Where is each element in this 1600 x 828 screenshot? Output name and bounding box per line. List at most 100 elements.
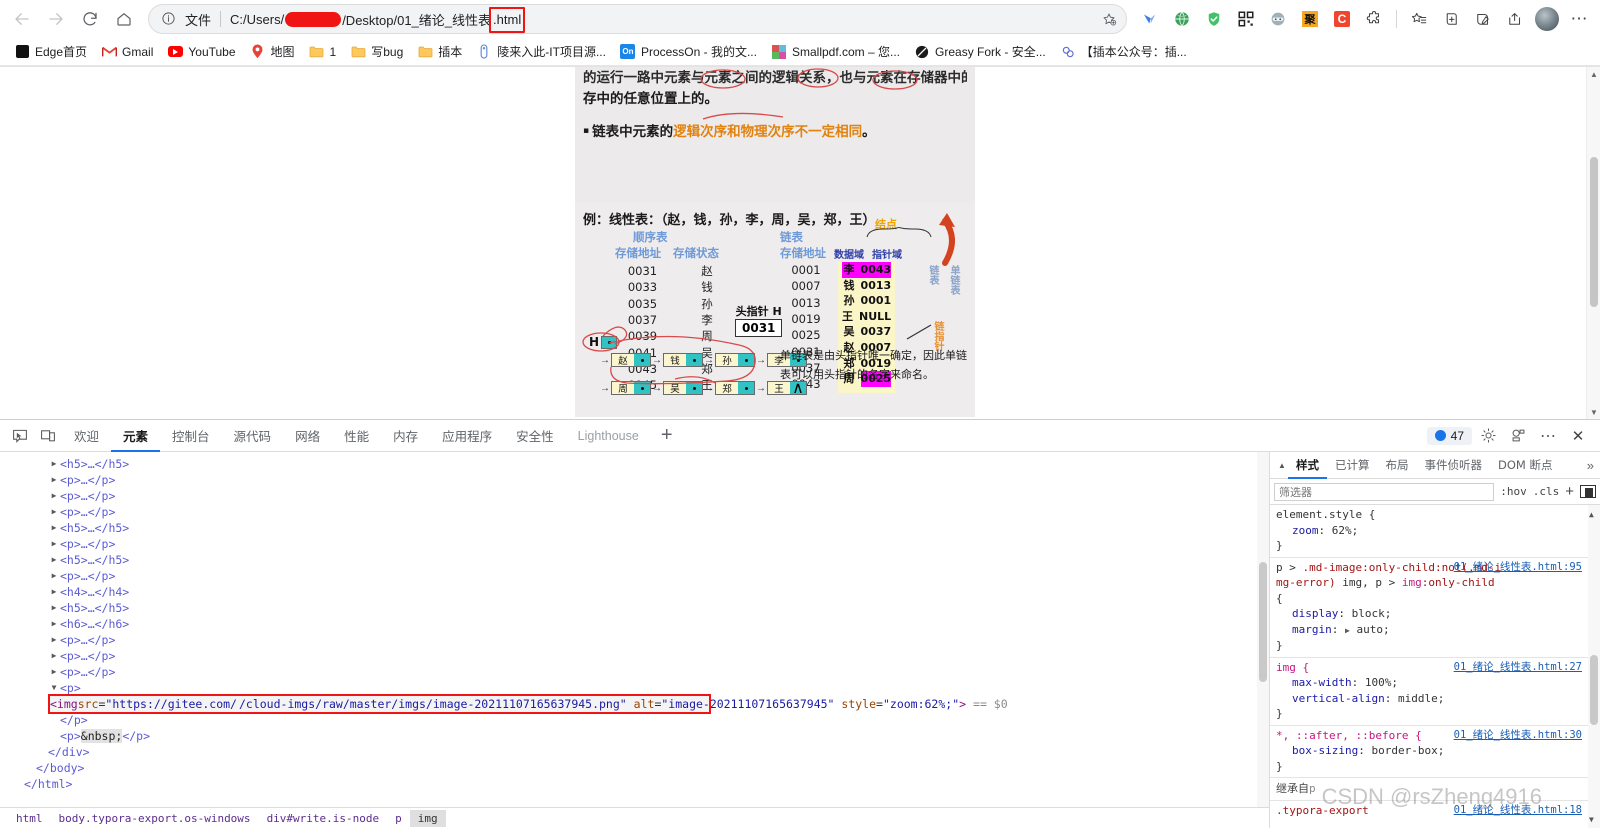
page-scroll-thumb[interactable] bbox=[1590, 157, 1598, 307]
bookmark-folder-write-bug[interactable]: 写bug bbox=[344, 41, 409, 62]
bookmark-smallpdf[interactable]: Smallpdf.com – 您... bbox=[765, 41, 906, 62]
dom-row[interactable]: ▶ <h6>…</h6> bbox=[0, 616, 1269, 632]
tab-performance[interactable]: 性能 bbox=[332, 420, 381, 452]
extension-c-icon[interactable]: C bbox=[1327, 4, 1357, 34]
dom-row[interactable]: ▶ <p>…</p> bbox=[0, 472, 1269, 488]
tab-application[interactable]: 应用程序 bbox=[430, 420, 504, 452]
extension-puzzle-icon[interactable] bbox=[1359, 4, 1389, 34]
dom-row[interactable]: ▶ <h5>…</h5> bbox=[0, 456, 1269, 472]
bookmark-it-project[interactable]: 陵来入此-IT项目源... bbox=[470, 41, 612, 62]
add-favorite-button[interactable] bbox=[1096, 6, 1122, 32]
collections-button[interactable] bbox=[1404, 4, 1434, 34]
tab-network[interactable]: 网络 bbox=[283, 420, 332, 452]
dom-row[interactable]: ▶ <h5>…</h5> bbox=[0, 600, 1269, 616]
dom-row[interactable]: </p> bbox=[0, 712, 1269, 728]
dom-row[interactable]: </div> bbox=[0, 744, 1269, 760]
home-button[interactable] bbox=[108, 3, 140, 35]
devtools-more-button[interactable]: ⋯ bbox=[1534, 423, 1562, 449]
dom-row[interactable]: ▶ <p>…</p> bbox=[0, 488, 1269, 504]
dom-tree-pane[interactable]: ▶ <h5>…</h5> ▶ <p>…</p> ▶ <p>…</p> ▶ <p>…</p… bbox=[0, 452, 1270, 828]
expand-triangle-icon[interactable]: ▶ bbox=[48, 504, 60, 520]
dom-row[interactable]: ▼ <p> bbox=[0, 680, 1269, 696]
scroll-down-arrow[interactable]: ▼ bbox=[1587, 405, 1600, 419]
bookmark-youtube[interactable]: YouTube bbox=[161, 42, 241, 62]
tab-security[interactable]: 安全性 bbox=[504, 420, 566, 452]
dom-row[interactable]: ▶ <p>…</p> bbox=[0, 648, 1269, 664]
tab-welcome[interactable]: 欢迎 bbox=[62, 420, 111, 452]
expand-triangle-icon[interactable]: ▶ bbox=[48, 568, 60, 584]
dom-row[interactable]: </body> bbox=[0, 760, 1269, 776]
web-capture-button[interactable] bbox=[1468, 4, 1498, 34]
tab-elements[interactable]: 元素 bbox=[111, 420, 160, 452]
dom-tree-scroll-thumb[interactable] bbox=[1259, 562, 1267, 682]
extension-ju-icon[interactable]: 聚 bbox=[1295, 4, 1325, 34]
dom-row[interactable]: ▶ <h5>…</h5> bbox=[0, 552, 1269, 568]
collapse-triangle-icon[interactable]: ▼ bbox=[48, 680, 60, 696]
rule-property[interactable]: max-width bbox=[1276, 675, 1352, 691]
tab-lighthouse[interactable]: Lighthouse bbox=[566, 420, 651, 452]
rule-property[interactable]: zoom bbox=[1276, 523, 1319, 539]
styles-scroll-down-arrow[interactable]: ▼ bbox=[1589, 812, 1594, 828]
tab-memory[interactable]: 内存 bbox=[381, 420, 430, 452]
issues-badge[interactable]: 47 bbox=[1426, 426, 1472, 445]
toggle-hover-state-button[interactable]: :hov bbox=[1500, 485, 1527, 498]
breadcrumb-img[interactable]: img bbox=[409, 810, 446, 827]
dom-row[interactable]: ▶ <p>…</p> bbox=[0, 568, 1269, 584]
breadcrumb-body[interactable]: body.typora-export.os-windows bbox=[51, 810, 259, 827]
rule-value[interactable]: border-box; bbox=[1371, 744, 1444, 757]
toggle-class-button[interactable]: .cls bbox=[1533, 485, 1560, 498]
scroll-up-arrow[interactable]: ▲ bbox=[1587, 67, 1600, 81]
tab-styles[interactable]: 样式 bbox=[1288, 452, 1327, 479]
extension-globe-icon[interactable] bbox=[1167, 4, 1197, 34]
tab-sources[interactable]: 源代码 bbox=[222, 420, 284, 452]
dom-row[interactable]: <p>&nbsp;</p> bbox=[0, 728, 1269, 744]
rule-value[interactable]: 100%; bbox=[1365, 676, 1398, 689]
dom-row[interactable]: ▶ <p>…</p> bbox=[0, 504, 1269, 520]
devtools-close-button[interactable]: ✕ bbox=[1564, 423, 1592, 449]
dom-row[interactable]: ▶ <p>…</p> bbox=[0, 536, 1269, 552]
dom-row[interactable]: </html> bbox=[0, 776, 1269, 792]
rule-value[interactable]: block; bbox=[1352, 607, 1392, 620]
bookmark-folder-chaben[interactable]: 插本 bbox=[411, 41, 468, 62]
styles-scroll-up-arrow[interactable]: ▲ bbox=[1589, 507, 1594, 523]
rule-source-link[interactable]: 01_绪论_线性表.html:30 bbox=[1454, 728, 1582, 744]
rule-property[interactable]: box-sizing bbox=[1276, 743, 1358, 759]
rule-value[interactable]: middle; bbox=[1398, 692, 1444, 705]
forward-button[interactable] bbox=[40, 3, 72, 35]
rule-property[interactable]: display bbox=[1276, 606, 1338, 622]
extension-blue-bird-icon[interactable] bbox=[1135, 4, 1165, 34]
expand-triangle-icon[interactable]: ▶ bbox=[48, 600, 60, 616]
add-to-collection-button[interactable] bbox=[1436, 4, 1466, 34]
expand-triangle-icon[interactable]: ▶ bbox=[48, 632, 60, 648]
expand-triangle-icon[interactable]: ▶ bbox=[48, 536, 60, 552]
tab-dom-breakpoints[interactable]: DOM 断点 bbox=[1490, 452, 1560, 479]
expand-triangle-icon[interactable]: ▶ bbox=[48, 472, 60, 488]
rule-value[interactable]: 62%; bbox=[1332, 524, 1359, 537]
breadcrumb-html[interactable]: html bbox=[8, 810, 51, 827]
dom-tree-scrollbar[interactable] bbox=[1257, 452, 1269, 811]
dom-row[interactable]: ▶ <p>…</p> bbox=[0, 664, 1269, 680]
expand-triangle-icon[interactable]: ▶ bbox=[48, 488, 60, 504]
dom-row[interactable]: ▶ <h4>…</h4> bbox=[0, 584, 1269, 600]
breadcrumb-p[interactable]: p bbox=[387, 810, 410, 827]
extension-ninja-icon[interactable] bbox=[1263, 4, 1293, 34]
share-button[interactable] bbox=[1500, 4, 1530, 34]
toggle-computed-sidebar-button[interactable] bbox=[1580, 485, 1596, 498]
extension-shield-icon[interactable] bbox=[1199, 4, 1229, 34]
url-text[interactable]: C:/Users/ /Desktop/01_绪论_线性表 .html bbox=[230, 7, 526, 33]
expand-triangle-icon[interactable]: ▶ bbox=[48, 552, 60, 568]
device-toolbar-button[interactable] bbox=[34, 423, 62, 449]
expand-triangle-icon[interactable]: ▶ bbox=[48, 520, 60, 536]
bookmark-wechat-official[interactable]: 【插本公众号：插... bbox=[1054, 41, 1193, 62]
bookmark-greasyfork[interactable]: Greasy Fork - 安全... bbox=[908, 41, 1052, 62]
sidebar-collapse-arrow-icon[interactable]: ▲ bbox=[1276, 459, 1288, 471]
profile-button[interactable] bbox=[1532, 4, 1562, 34]
expand-triangle-icon[interactable]: ▶ bbox=[48, 664, 60, 680]
dom-row[interactable]: ▶ <p>…</p> bbox=[0, 632, 1269, 648]
page-scrollbar[interactable]: ▲ ▼ bbox=[1586, 67, 1600, 419]
rule-source-link[interactable]: 01_绪论_线性表.html:27 bbox=[1454, 660, 1582, 676]
bookmark-folder-1[interactable]: 1 bbox=[303, 42, 343, 62]
styles-scrollbar[interactable]: ▲ ▼ bbox=[1588, 505, 1600, 828]
bookmark-edge-home[interactable]: Edge首页 bbox=[8, 41, 93, 62]
styles-scroll-thumb[interactable] bbox=[1590, 655, 1598, 725]
